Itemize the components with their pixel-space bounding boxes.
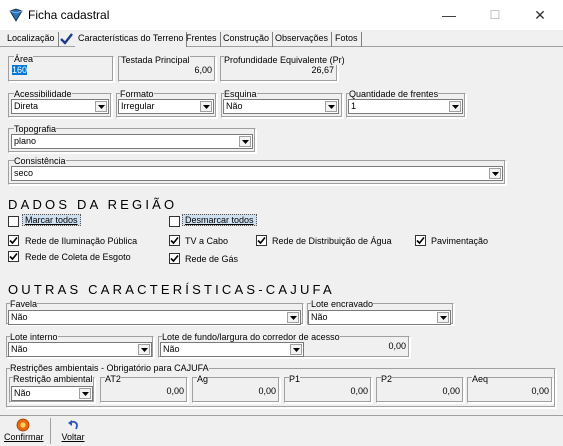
qtd-frentes-label: Quantidade de frentes	[349, 89, 439, 99]
area-label: Área	[14, 54, 34, 64]
window-title: Ficha cadastral	[28, 8, 110, 22]
tv-cabo-checkbox[interactable]	[169, 235, 180, 246]
coleta-esgoto-checkbox[interactable]	[8, 251, 19, 262]
back-button[interactable]: Voltar	[56, 418, 90, 444]
lote-encravado-label: Lote encravado	[311, 299, 374, 309]
chevron-down-icon[interactable]	[449, 101, 461, 112]
iluminacao-label: Rede de Iluminação Pública	[25, 236, 138, 246]
ag-label: Ag	[197, 374, 209, 384]
restricao-select[interactable]: Não	[11, 386, 93, 401]
close-button[interactable]: ✕	[517, 0, 563, 30]
tab-caracteristicas-terreno[interactable]: Características do Terreno	[75, 32, 188, 47]
chevron-down-icon[interactable]	[95, 101, 107, 112]
aeq-label: Aeq	[472, 374, 489, 384]
chevron-down-icon[interactable]	[290, 344, 302, 355]
area-input[interactable]: 160	[10, 64, 112, 78]
consistencia-label: Consistência	[14, 156, 66, 166]
acessibilidade-select[interactable]: Direta	[11, 99, 109, 114]
footer-divider	[50, 418, 51, 444]
topografia-label: Topografia	[14, 124, 57, 134]
regiao-title: DADOS DA REGIÃO	[8, 197, 178, 212]
consistencia-select[interactable]: seco	[11, 166, 503, 181]
p1-label: P1	[289, 374, 301, 384]
chevron-down-icon[interactable]	[325, 101, 337, 112]
restricao-label: Restrição ambiental	[13, 374, 93, 384]
tv-cabo-label: TV a Cabo	[185, 236, 229, 246]
esquina-select[interactable]: Não	[223, 99, 339, 114]
tab-frentes[interactable]: Frentes	[183, 32, 221, 47]
chevron-down-icon[interactable]	[437, 312, 449, 323]
rede-gas-checkbox[interactable]	[169, 253, 180, 264]
lote-encravado-select[interactable]: Não	[308, 310, 451, 325]
chevron-down-icon[interactable]	[287, 312, 299, 323]
tab-construcao[interactable]: Construção	[220, 32, 274, 47]
minimize-button[interactable]: —	[426, 0, 472, 30]
iluminacao-checkbox[interactable]	[8, 235, 19, 246]
distribuicao-agua-label: Rede de Distribuição de Água	[272, 236, 392, 246]
chevron-down-icon[interactable]	[200, 101, 212, 112]
ag-input[interactable]: 0,00	[194, 385, 278, 399]
desmarcar-todos-label[interactable]: Desmarcar todos	[182, 214, 257, 226]
lote-fundo-select[interactable]: Não	[160, 342, 304, 357]
qtd-frentes-select[interactable]: 1	[348, 99, 463, 114]
formato-label: Formato	[120, 89, 154, 99]
tab-fotos[interactable]: Fotos	[332, 32, 362, 47]
topografia-select[interactable]: plano	[11, 134, 253, 149]
confirm-label: Confirmar	[4, 432, 44, 442]
coleta-esgoto-label: Rede de Coleta de Esgoto	[25, 252, 131, 262]
profundidade-input[interactable]: 26,67	[222, 64, 336, 78]
lote-interno-label: Lote interno	[10, 332, 58, 342]
rede-gas-label: Rede de Gás	[185, 254, 239, 264]
testada-input[interactable]: 6,00	[120, 64, 214, 78]
confirm-button[interactable]: Confirmar	[4, 418, 44, 444]
restricoes-label: Restrições ambientais - Obrigatório para…	[10, 363, 209, 373]
at2-label: AT2	[105, 374, 121, 384]
at2-input[interactable]: 0,00	[102, 385, 186, 399]
formato-select[interactable]: Irregular	[118, 99, 214, 114]
marcar-todos-label[interactable]: Marcar todos	[22, 214, 81, 226]
lote-interno-select[interactable]: Não	[8, 342, 152, 357]
pavimentacao-label: Pavimentação	[431, 236, 489, 246]
distribuicao-agua-checkbox[interactable]	[256, 235, 267, 246]
app-icon	[8, 7, 24, 23]
checkmark-icon	[60, 33, 73, 45]
maximize-button[interactable]: ☐	[472, 0, 518, 30]
undo-arrow-icon	[66, 418, 80, 432]
lote-fundo-input[interactable]: 0,00	[307, 340, 408, 354]
acessibilidade-label: Acessibilidade	[14, 89, 72, 99]
chevron-down-icon[interactable]	[489, 168, 501, 179]
tab-localizacao[interactable]: Localização	[4, 32, 59, 47]
tab-observacoes[interactable]: Observações	[272, 32, 333, 47]
cajufa-title: OUTRAS CARACTERÍSTICAS-CAJUFA	[8, 282, 335, 297]
aeq-input[interactable]: 0,00	[469, 385, 551, 399]
chevron-down-icon[interactable]	[239, 136, 251, 147]
confirm-icon	[16, 418, 30, 432]
back-label: Voltar	[61, 432, 85, 442]
favela-select[interactable]: Não	[8, 310, 301, 325]
p1-input[interactable]: 0,00	[286, 385, 370, 399]
pavimentacao-checkbox[interactable]	[415, 235, 426, 246]
favela-label: Favela	[10, 299, 38, 309]
esquina-label: Esquina	[224, 89, 257, 99]
desmarcar-todos-checkbox[interactable]	[169, 216, 180, 227]
p2-label: P2	[381, 374, 393, 384]
p2-input[interactable]: 0,00	[378, 385, 462, 399]
marcar-todos-checkbox[interactable]	[8, 216, 19, 227]
chevron-down-icon[interactable]	[138, 344, 150, 355]
chevron-down-icon[interactable]	[79, 388, 91, 399]
